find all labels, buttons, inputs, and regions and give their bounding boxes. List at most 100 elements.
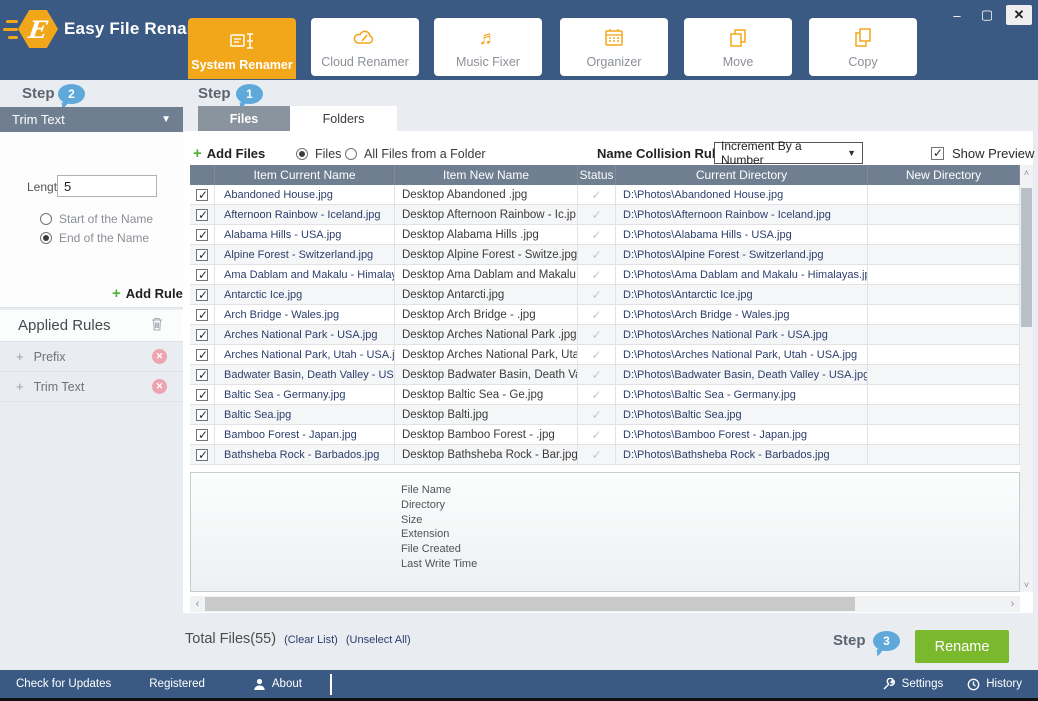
title-bar: E Easy File Renamer System Renamer <box>0 0 1038 80</box>
table-row[interactable]: Ama Dablam and Makalu - Himalay...Deskto… <box>190 265 1020 285</box>
table-row[interactable]: Bamboo Forest - Japan.jpgDesktop Bamboo … <box>190 425 1020 445</box>
radio-all-files-folder[interactable]: All Files from a Folder <box>345 147 486 161</box>
plus-icon: + <box>112 285 121 302</box>
maximize-button[interactable]: ▢ <box>976 5 998 25</box>
vertical-scrollbar[interactable]: ˄ ˅ <box>1020 165 1033 592</box>
main-step-label: Step <box>198 85 231 102</box>
plus-icon: + <box>193 145 202 162</box>
horizontal-scrollbar[interactable]: ‹ › <box>190 596 1020 612</box>
table-row[interactable]: Antarctic Ice.jpgDesktop Antarcti.jpg✓D:… <box>190 285 1020 305</box>
rename-button[interactable]: Rename <box>915 630 1009 663</box>
row-checkbox-cell <box>190 285 215 305</box>
remove-rule-icon[interactable]: ✕ <box>152 379 167 394</box>
row-checkbox[interactable] <box>196 389 208 401</box>
row-checkbox[interactable] <box>196 229 208 241</box>
logo-speedline <box>6 20 18 23</box>
tab-system-renamer[interactable]: System Renamer <box>188 18 296 79</box>
rule-type-dropdown[interactable]: Trim Text ▼ <box>0 107 183 132</box>
table-row[interactable]: Abandoned House.jpgDesktop Abandoned .jp… <box>190 185 1020 205</box>
row-checkbox[interactable] <box>196 449 208 461</box>
col-current-name[interactable]: Item Current Name <box>215 165 395 185</box>
check-updates-link[interactable]: Check for Updates <box>16 678 111 690</box>
radio-files[interactable]: Files <box>296 147 341 161</box>
col-status[interactable]: Status <box>578 165 616 185</box>
cell-new-name: Desktop Arches National Park .jpg <box>395 325 578 345</box>
status-check-icon: ✓ <box>578 285 616 305</box>
table-row[interactable]: Arches National Park - USA.jpgDesktop Ar… <box>190 325 1020 345</box>
tab-folders[interactable]: Folders <box>290 106 397 131</box>
add-files-label: Add Files <box>207 146 266 161</box>
table-row[interactable]: Bathsheba Rock - Barbados.jpgDesktop Bat… <box>190 445 1020 465</box>
table-row[interactable]: Alabama Hills - USA.jpgDesktop Alabama H… <box>190 225 1020 245</box>
cell-new-directory <box>868 345 1020 365</box>
row-checkbox-cell <box>190 365 215 385</box>
app-window: E Easy File Renamer System Renamer <box>0 0 1038 701</box>
tab-files[interactable]: Files <box>198 106 290 131</box>
close-button[interactable]: ✕ <box>1006 5 1032 25</box>
col-new-name[interactable]: Item New Name <box>395 165 578 185</box>
row-checkbox-cell <box>190 205 215 225</box>
row-checkbox[interactable] <box>196 349 208 361</box>
add-files-button[interactable]: + Add Files <box>193 145 265 162</box>
col-new-directory[interactable]: New Directory <box>868 165 1020 185</box>
calendar-icon <box>601 25 627 51</box>
detail-field-label: Last Write Time <box>401 557 1019 572</box>
scroll-up-icon[interactable]: ˄ <box>1020 165 1033 180</box>
cell-new-directory <box>868 325 1020 345</box>
show-preview-toggle[interactable]: Show Preview <box>931 146 1034 161</box>
length-input[interactable] <box>57 175 157 197</box>
show-preview-checkbox[interactable] <box>931 147 944 160</box>
about-link[interactable]: About <box>253 678 302 691</box>
detail-field-label: File Created <box>401 542 1019 557</box>
tab-cloud-renamer[interactable]: Cloud Renamer <box>311 18 419 76</box>
row-checkbox[interactable] <box>196 309 208 321</box>
table-row[interactable]: Afternoon Rainbow - Iceland.jpgDesktop A… <box>190 205 1020 225</box>
row-checkbox[interactable] <box>196 409 208 421</box>
remove-rule-icon[interactable]: ✕ <box>152 349 167 364</box>
tab-move[interactable]: Move <box>684 18 792 76</box>
cell-new-directory <box>868 285 1020 305</box>
trash-icon[interactable] <box>149 315 165 337</box>
tab-music-fixer[interactable]: ♬ Music Fixer <box>434 18 542 76</box>
scroll-down-icon[interactable]: ˅ <box>1020 577 1033 592</box>
status-check-icon: ✓ <box>578 185 616 205</box>
clear-list-link[interactable]: (Clear List) <box>284 634 338 646</box>
table-row[interactable]: Arches National Park, Utah - USA.jpgDesk… <box>190 345 1020 365</box>
row-checkbox[interactable] <box>196 289 208 301</box>
radio-start-of-name[interactable]: Start of the Name <box>40 212 153 226</box>
add-rule-button[interactable]: + Add Rule <box>112 285 183 302</box>
row-checkbox[interactable] <box>196 269 208 281</box>
row-checkbox[interactable] <box>196 249 208 261</box>
table-row[interactable]: Baltic Sea.jpgDesktop Balti.jpg✓D:\Photo… <box>190 405 1020 425</box>
row-checkbox[interactable] <box>196 369 208 381</box>
tab-copy[interactable]: Copy <box>809 18 917 76</box>
table-row[interactable]: Baltic Sea - Germany.jpgDesktop Baltic S… <box>190 385 1020 405</box>
history-link[interactable]: History <box>967 678 1022 691</box>
row-checkbox[interactable] <box>196 189 208 201</box>
unselect-all-link[interactable]: (Unselect All) <box>346 634 411 646</box>
cell-new-directory <box>868 425 1020 445</box>
cell-current-name: Abandoned House.jpg <box>215 185 395 205</box>
app-logo-icon: E <box>18 10 58 48</box>
cell-current-directory: D:\Photos\Arches National Park, Utah - U… <box>616 345 868 365</box>
row-checkbox[interactable] <box>196 209 208 221</box>
table-row[interactable]: Alpine Forest - Switzerland.jpgDesktop A… <box>190 245 1020 265</box>
row-checkbox[interactable] <box>196 329 208 341</box>
tab-organizer[interactable]: Organizer <box>560 18 668 76</box>
collision-rule-select[interactable]: Increment By a Number ▼ <box>714 142 863 164</box>
minimize-button[interactable]: – <box>946 5 968 25</box>
row-checkbox[interactable] <box>196 429 208 441</box>
cell-current-directory: D:\Photos\Bamboo Forest - Japan.jpg <box>616 425 868 445</box>
table-row[interactable]: Badwater Basin, Death Valley - US...Desk… <box>190 365 1020 385</box>
cell-current-directory: D:\Photos\Antarctic Ice.jpg <box>616 285 868 305</box>
scroll-left-icon[interactable]: ‹ <box>190 596 205 612</box>
radio-end-of-name[interactable]: End of the Name <box>40 231 149 245</box>
rename-step-badge: 3 <box>873 631 900 651</box>
scroll-right-icon[interactable]: › <box>1005 596 1020 612</box>
applied-rule-prefix: + Prefix ✕ <box>0 342 183 372</box>
col-current-directory[interactable]: Current Directory <box>616 165 868 185</box>
vertical-scroll-thumb[interactable] <box>1021 188 1032 327</box>
settings-link[interactable]: Settings <box>882 678 944 691</box>
table-row[interactable]: Arch Bridge - Wales.jpgDesktop Arch Brid… <box>190 305 1020 325</box>
horizontal-scroll-thumb[interactable] <box>205 597 855 611</box>
